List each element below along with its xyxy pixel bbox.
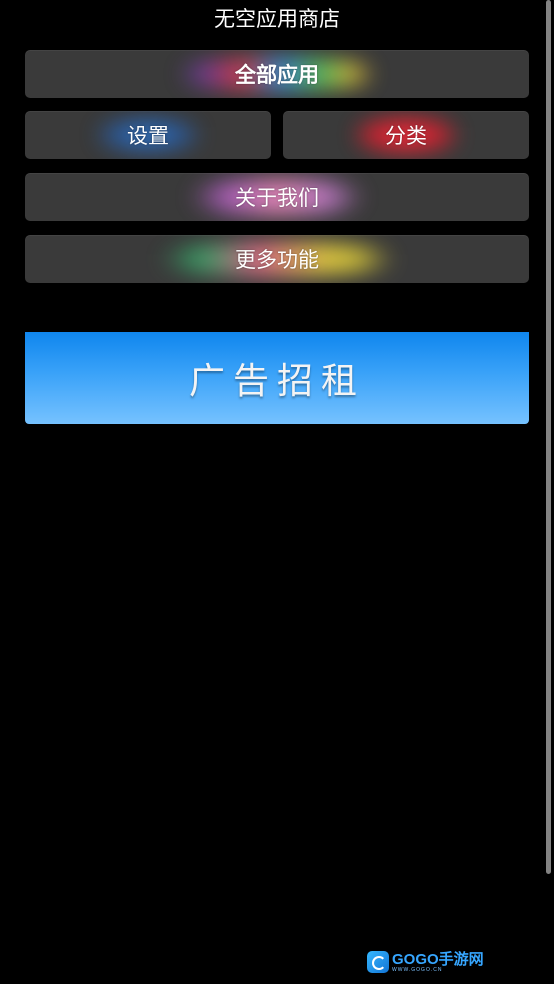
all-apps-label: 全部应用: [235, 63, 319, 87]
more-features-button[interactable]: 更多功能: [25, 235, 529, 283]
ad-banner-text: 广告招租: [188, 361, 365, 402]
watermark-url: WWW.GOGO.CN: [392, 966, 443, 973]
about-us-label: 关于我们: [235, 186, 319, 210]
category-label: 分类: [385, 124, 427, 148]
settings-button[interactable]: 设置: [25, 111, 271, 159]
watermark-brand: GOGO手游网: [392, 950, 484, 968]
more-features-label: 更多功能: [235, 248, 319, 272]
gogo-logo-icon: [367, 951, 389, 973]
scrollbar[interactable]: [546, 0, 551, 874]
settings-label: 设置: [127, 124, 169, 148]
ad-banner[interactable]: 广告招租: [25, 332, 529, 424]
watermark-text: GOGO手游网 WWW.GOGO.CN: [392, 952, 484, 973]
all-apps-button[interactable]: 全部应用: [25, 50, 529, 98]
watermark-logo: GOGO手游网 WWW.GOGO.CN: [367, 948, 484, 976]
app-title: 无空应用商店: [214, 7, 340, 31]
about-us-button[interactable]: 关于我们: [25, 173, 529, 221]
category-button[interactable]: 分类: [283, 111, 529, 159]
